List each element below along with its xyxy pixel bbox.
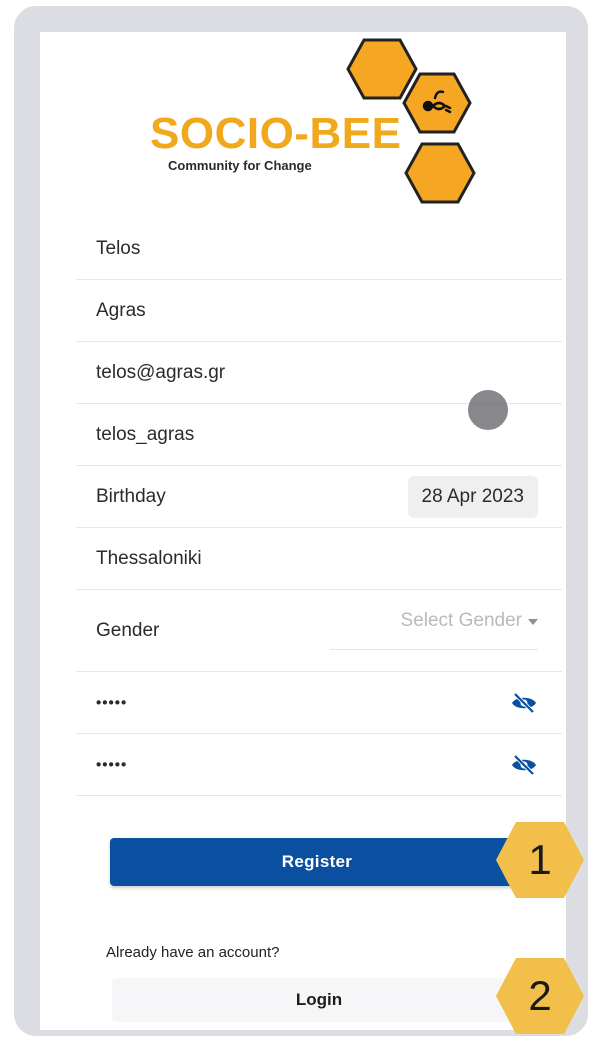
- step-marker-1: 1: [494, 820, 586, 900]
- password-field[interactable]: •••••: [76, 672, 562, 734]
- last-name-field[interactable]: Agras: [76, 280, 562, 342]
- hexagon-bee-icon: [402, 72, 472, 134]
- step-marker-number: 1: [528, 836, 552, 883]
- socio-bee-logo: SOCIO-BEE Community for Change: [150, 38, 480, 218]
- birthday-date-picker[interactable]: 28 Apr 2023: [407, 475, 538, 518]
- logo-wordmark: SOCIO-BEE: [150, 109, 402, 158]
- gender-select[interactable]: Select Gender: [330, 604, 538, 650]
- already-have-account-text: Already have an account?: [106, 944, 280, 961]
- email-value: telos@agras.gr: [96, 361, 226, 383]
- first-name-value: Telos: [96, 237, 141, 259]
- register-button[interactable]: Register: [110, 838, 524, 886]
- app-screen: SOCIO-BEE Community for Change Telos Agr…: [40, 32, 566, 1030]
- login-button[interactable]: Login: [112, 978, 526, 1022]
- step-marker-number: 2: [528, 972, 552, 1019]
- city-value: Thessaloniki: [96, 547, 202, 569]
- username-value: telos_agras: [96, 423, 195, 445]
- birthday-label: Birthday: [96, 485, 166, 507]
- logo-tagline: Community for Change: [168, 158, 312, 173]
- eye-slash-icon[interactable]: [510, 754, 538, 776]
- birthday-row: Birthday 28 Apr 2023: [76, 466, 562, 528]
- hexagon-bottom-icon: [404, 142, 476, 204]
- confirm-password-field[interactable]: •••••: [76, 734, 562, 796]
- city-field[interactable]: Thessaloniki: [76, 528, 562, 590]
- caret-down-icon: [528, 618, 538, 625]
- gender-label: Gender: [96, 619, 160, 641]
- confirm-password-value: •••••: [96, 756, 128, 773]
- last-name-value: Agras: [96, 299, 146, 321]
- gender-select-placeholder: Select Gender: [400, 610, 522, 631]
- first-name-field[interactable]: Telos: [76, 218, 562, 280]
- eye-slash-icon[interactable]: [510, 692, 538, 714]
- gender-row: Gender Select Gender: [76, 590, 562, 672]
- touch-indicator: [468, 390, 508, 430]
- step-marker-2: 2: [494, 956, 586, 1036]
- password-value: •••••: [96, 694, 128, 711]
